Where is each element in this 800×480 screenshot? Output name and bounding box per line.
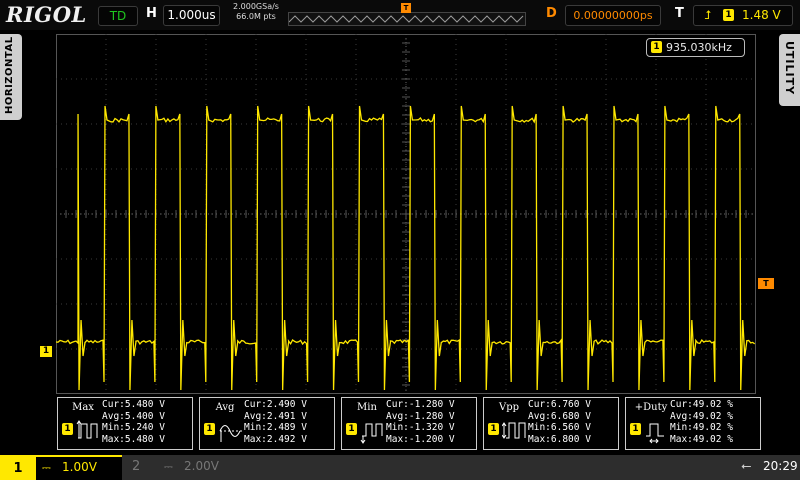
sample-rate-info: 2.000GSa/s 66.0M pts: [224, 2, 288, 22]
measurement-max: Max:5.480 V: [102, 433, 165, 445]
timebase-value[interactable]: 1.000us: [163, 5, 220, 26]
measurement-avg: Avg:5.400 V: [102, 410, 165, 422]
oscilloscope-screen: [55, 33, 757, 395]
measurement-values: Cur:-1.280 V Avg:-1.280 V Min:-1.320 V Max:…: [386, 399, 476, 445]
measurement-duty[interactable]: +Duty 1 Cur:49.02 % Avg:49.02 % Min:49.02 …: [625, 397, 761, 450]
duty-waveform-icon: 1: [628, 418, 676, 444]
measurement-max: Max:49.02 %: [670, 433, 733, 445]
measurement-avg: Avg:2.491 V: [244, 410, 307, 422]
measurement-channel: 1: [630, 423, 641, 435]
memory-overview-waveform: [289, 15, 524, 23]
measurement-cur: Cur:2.490 V: [244, 399, 307, 410]
max-waveform-icon: 1: [60, 418, 108, 444]
measurement-name: Avg: [215, 402, 235, 413]
utility-menu-label: UTILITY: [783, 41, 796, 96]
utility-menu-tab[interactable]: UTILITY: [779, 34, 800, 106]
measurement-name: Vpp: [498, 402, 520, 413]
measurement-cur: Cur:49.02 %: [670, 399, 733, 410]
channel1-tab[interactable]: 1 ⎓ 1.00V: [0, 455, 122, 480]
measurement-cur: Cur:5.480 V: [102, 399, 165, 410]
trigger-level-marker[interactable]: T: [758, 278, 774, 289]
delay-value[interactable]: 0.00000000ps: [565, 5, 661, 26]
channel1-scale: 1.00V: [62, 460, 97, 474]
measurement-avg: Avg:-1.280 V: [386, 410, 455, 422]
channel2-number: 2: [132, 459, 141, 474]
run-state-badge[interactable]: TD: [98, 6, 138, 26]
measurement-min[interactable]: Min 1 Cur:-1.280 V Avg:-1.280 V Min:-1.320…: [341, 397, 477, 450]
horizontal-label: H: [146, 6, 157, 21]
measurement-vpp[interactable]: Vpp 1 Cur:6.760 V Avg:6.680 V Min:6.560 VM…: [483, 397, 619, 450]
measurement-min: Min:-1.320 V: [386, 422, 455, 433]
measurement-name: Max: [72, 402, 94, 413]
frequency-counter-channel: 1: [651, 41, 662, 53]
measurement-min: Min:6.560 V: [528, 422, 591, 433]
channel1-offset-marker[interactable]: 1: [40, 346, 52, 357]
measurement-max: Max:2.492 V: [244, 433, 307, 445]
measurement-channel: 1: [204, 423, 215, 435]
dc-coupling-icon: ⎓: [164, 460, 173, 473]
avg-waveform-icon: 1: [202, 418, 250, 444]
measurement-name: Min: [357, 402, 377, 413]
measurement-values: Cur:2.490 V Avg:2.491 V Min:2.489 V Max:2.4…: [244, 399, 334, 445]
measurement-cur: Cur:-1.280 V: [386, 399, 455, 410]
top-status-bar: RIGOL TD H 1.000us 2.000GSa/s 66.0M pts …: [0, 0, 800, 30]
trigger-position-top-marker: T: [401, 3, 411, 13]
trigger-settings[interactable]: ⮥ 1 1.48 V: [693, 5, 793, 26]
measurement-name: +Duty: [634, 402, 668, 413]
measurement-avg[interactable]: Avg 1 Cur:2.490 V Avg:2.491 V Min:2.489 VM…: [199, 397, 335, 450]
vpp-waveform-icon: 1: [486, 418, 534, 444]
channel2-scale: 2.00V: [184, 459, 219, 473]
waveform-display[interactable]: [55, 33, 757, 395]
measurement-avg: Avg:6.680 V: [528, 410, 591, 422]
delay-label: D: [546, 6, 557, 21]
frequency-value: 935.030kHz: [666, 41, 732, 54]
dc-coupling-icon: ⎓: [42, 461, 51, 474]
measurement-channel: 1: [346, 423, 357, 435]
measurement-values: Cur:5.480 V Avg:5.400 V Min:5.240 V Max:5.4…: [102, 399, 192, 445]
trigger-label: T: [675, 6, 684, 21]
measurement-values: Cur:49.02 % Avg:49.02 % Min:49.02 % Max:49.…: [670, 399, 760, 445]
measurement-channel: 1: [488, 423, 499, 435]
system-clock: 20:29: [763, 459, 798, 473]
measurement-min: Min:49.02 %: [670, 422, 733, 433]
horizontal-menu-tab[interactable]: HORIZONTAL: [0, 34, 22, 120]
channel1-number: 1: [0, 457, 36, 480]
measurement-min: Min:2.489 V: [244, 422, 307, 433]
measurement-min: Min:5.240 V: [102, 422, 165, 433]
horizontal-menu-label: HORIZONTAL: [4, 36, 15, 114]
channel-status-bar: 1 ⎓ 1.00V 2 ⎓ 2.00V ⭠ 20:29: [0, 455, 800, 480]
min-waveform-icon: 1: [344, 418, 392, 444]
memory-depth: 66.0M pts: [236, 12, 276, 21]
measurement-channel: 1: [62, 423, 73, 435]
sample-rate: 2.000GSa/s: [233, 2, 279, 11]
frequency-counter: 1 935.030kHz: [646, 38, 745, 57]
channel1-trace: [55, 105, 756, 391]
measurement-max: Max:6.800 V: [528, 433, 591, 445]
measurement-cur: Cur:6.760 V: [528, 399, 591, 410]
trigger-source: 1: [723, 9, 734, 21]
memory-overview-strip[interactable]: [288, 12, 526, 26]
measurement-values: Cur:6.760 V Avg:6.680 V Min:6.560 V Max:6.8…: [528, 399, 618, 445]
channel2-tab[interactable]: 2 ⎓ 2.00V: [126, 455, 244, 480]
measurement-max[interactable]: Max 1 Cur:5.480 V Avg:5.400 V Min:5.240 VM…: [57, 397, 193, 450]
measurement-avg: Avg:49.02 %: [670, 410, 733, 422]
measurement-max: Max:-1.200 V: [386, 433, 455, 445]
trigger-level-value: 1.48 V: [742, 8, 781, 22]
usb-icon: ⭠: [741, 459, 752, 474]
rising-edge-icon: ⮥: [704, 8, 712, 22]
rigol-logo: RIGOL: [6, 2, 87, 27]
